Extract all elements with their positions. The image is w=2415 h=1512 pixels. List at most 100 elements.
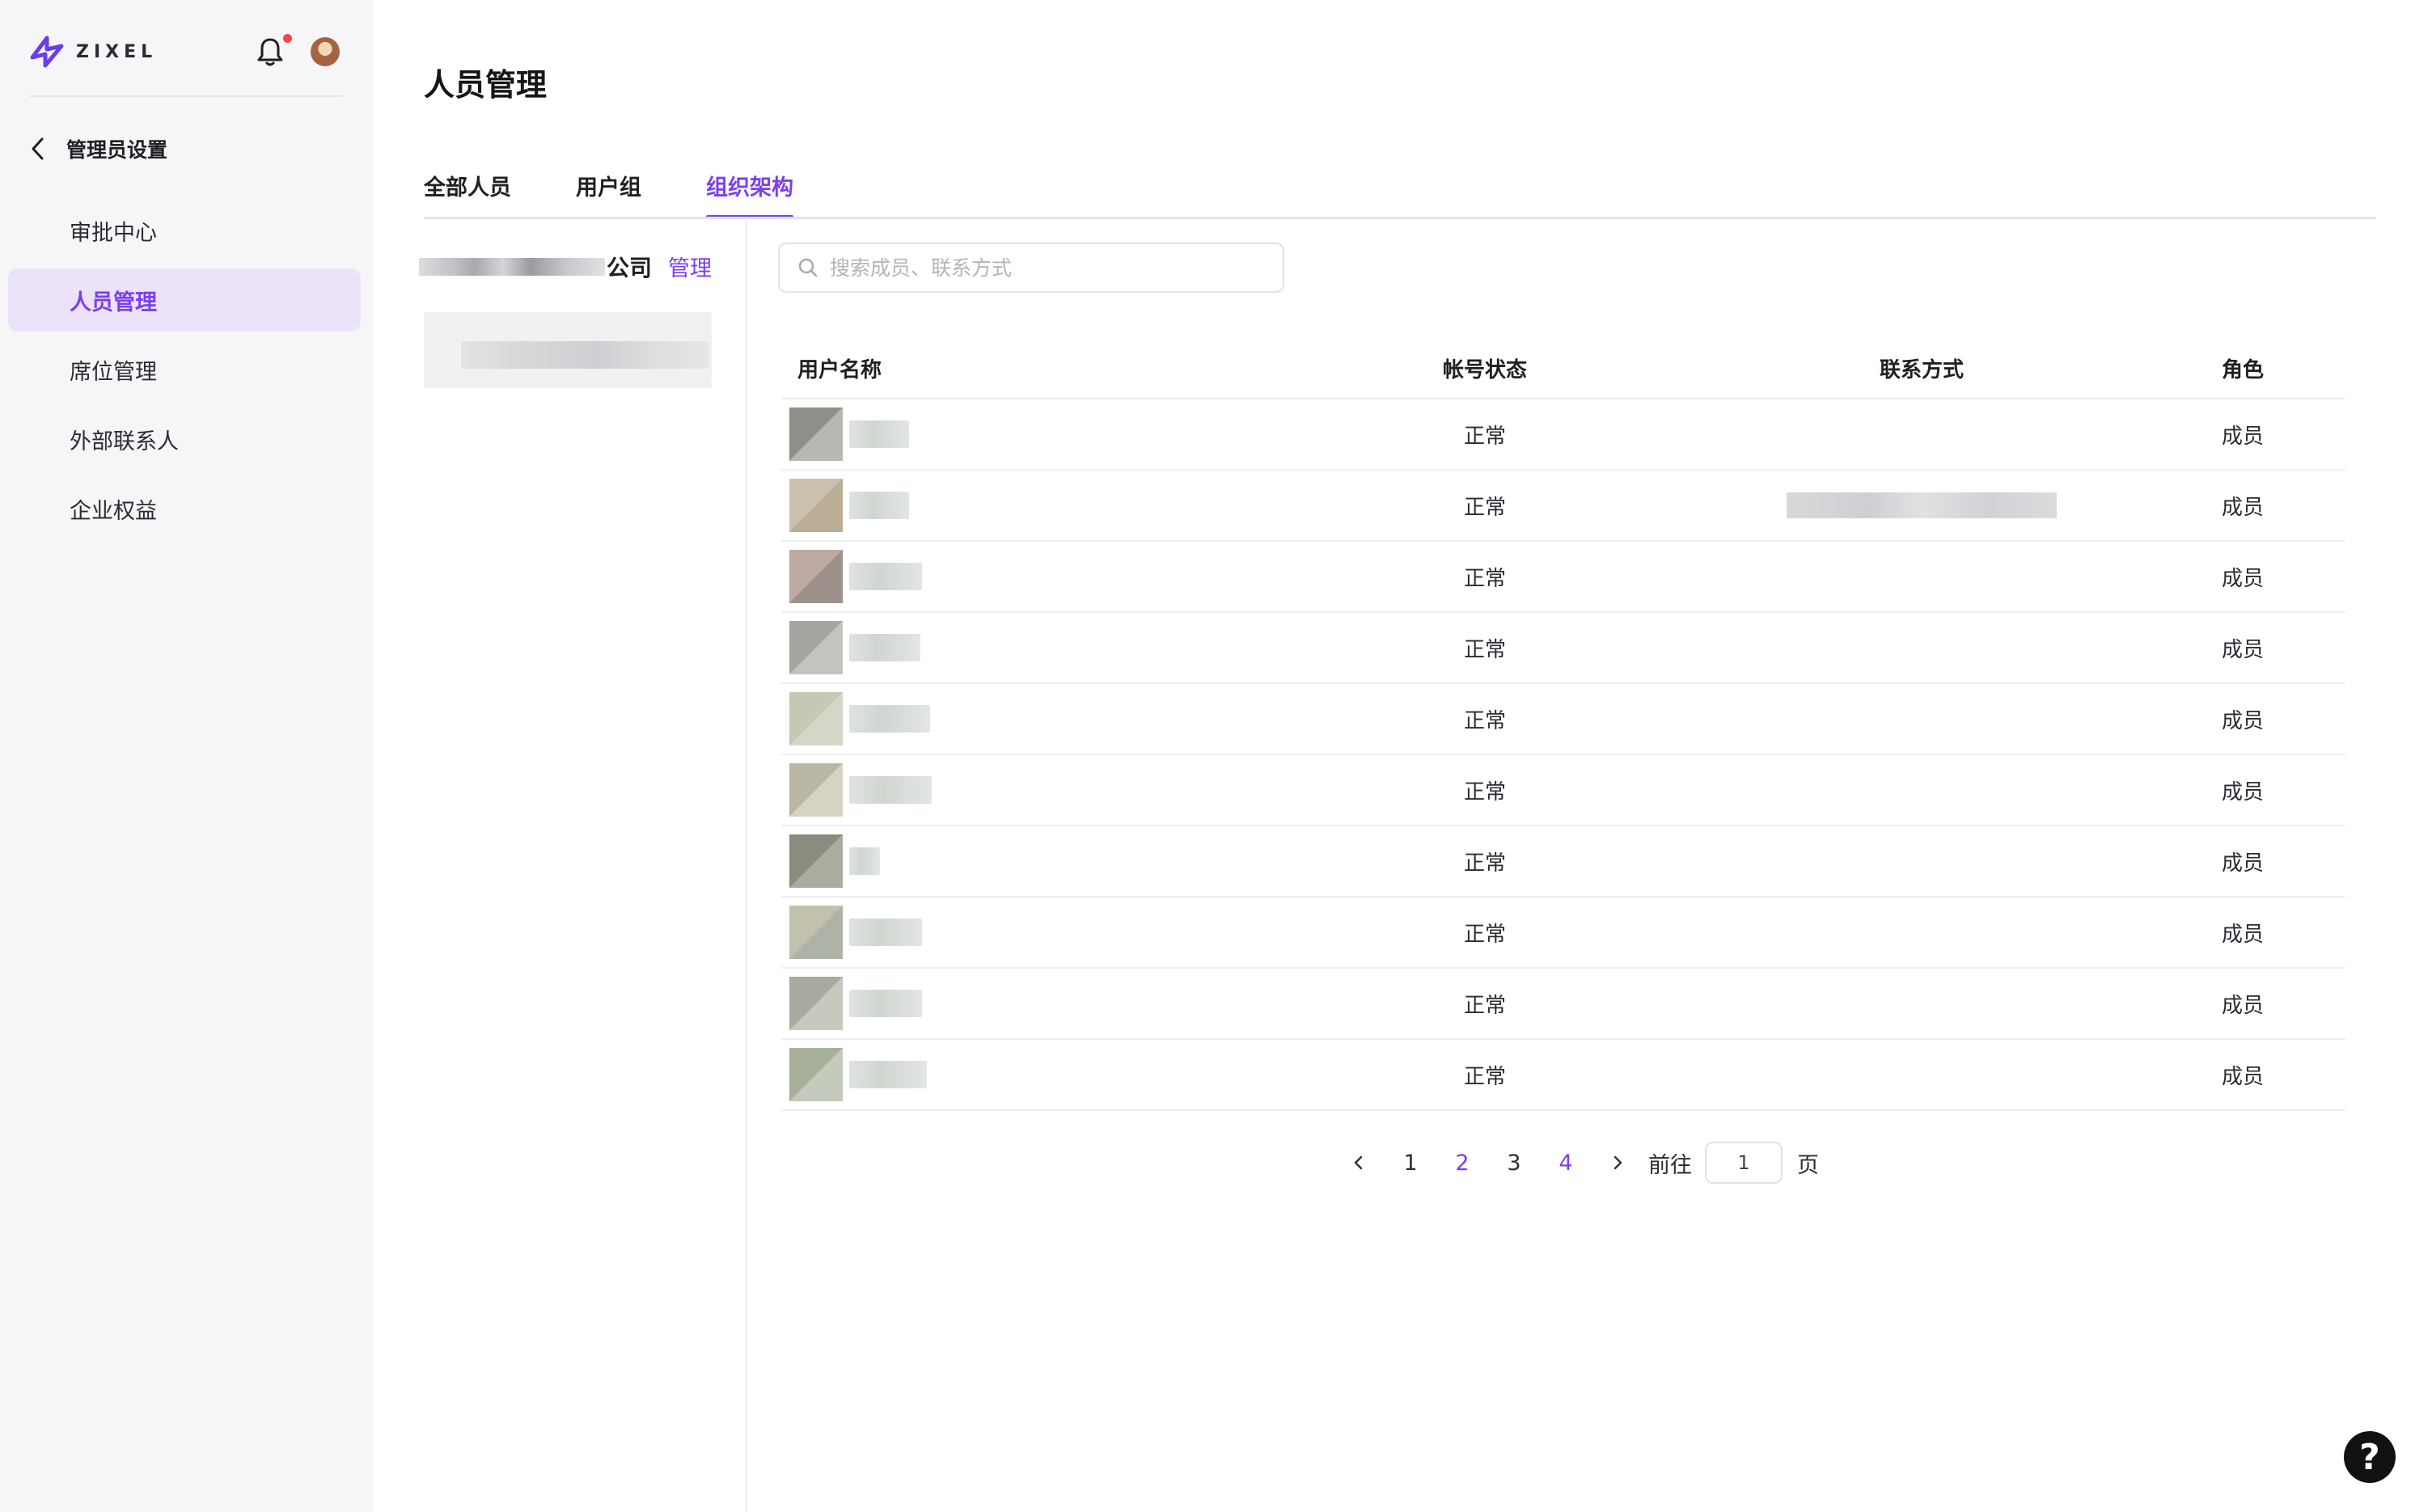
sidebar-divider [29,95,343,97]
org-name-redacted [419,258,605,276]
member-name-redacted [849,420,909,448]
table-row[interactable]: 正常 成员 [781,613,2345,684]
goto-suffix: 页 [1797,1152,1819,1178]
member-avatar [789,408,843,461]
prev-page-button[interactable] [1333,1155,1385,1171]
role-cell: 成员 [2221,779,2264,805]
table-row[interactable]: 正常 成员 [781,969,2345,1040]
member-avatar [789,834,843,888]
role-cell: 成员 [2221,993,2264,1018]
role-cell: 成员 [2221,851,2264,876]
role-cell: 成员 [2221,424,2264,449]
col-header-name: 用户名称 [797,357,882,382]
tab-org-structure[interactable]: 组织架构 [706,170,793,219]
zixel-logo-icon [30,36,64,68]
page-4-button[interactable]: 4 [1540,1151,1592,1176]
sidebar: ZIXEL 管理员设置 审批中心 人员管理 席位管理 外部联系人 企业权益 [0,0,374,1512]
member-name-redacted [849,634,920,661]
user-cell [781,977,1267,1030]
table-row[interactable]: 正常 成员 [781,399,2345,471]
chevron-left-icon [32,137,44,160]
org-name-suffix: 公司 [607,255,653,281]
table-row[interactable]: 正常 成员 [781,1040,2345,1111]
member-name-redacted [849,919,922,946]
status-cell: 正常 [1463,779,1506,805]
col-header-role: 角色 [2221,357,2264,382]
search-input[interactable] [830,256,1267,280]
sidebar-item-approval-center[interactable]: 审批中心 [8,199,361,262]
admin-settings-label: 管理员设置 [66,138,168,162]
status-cell: 正常 [1463,993,1506,1018]
org-child-node[interactable] [424,312,712,388]
table-row[interactable]: 正常 成员 [781,471,2345,542]
chevron-right-icon [1614,1155,1622,1170]
member-name-redacted [849,492,909,519]
sidebar-item-seat-management[interactable]: 席位管理 [8,338,361,401]
logo-text: ZIXEL [76,41,158,62]
sidebar-nav: 审批中心 人员管理 席位管理 外部联系人 企业权益 [8,199,361,547]
table-row[interactable]: 正常 成员 [781,826,2345,897]
member-avatar [789,906,843,959]
org-manage-link[interactable]: 管理 [668,251,712,282]
contact-redacted [1787,492,2057,518]
user-cell [781,692,1267,745]
role-cell: 成员 [2221,708,2264,733]
role-cell: 成员 [2221,566,2264,591]
sidebar-item-external-contacts[interactable]: 外部联系人 [8,408,361,471]
panel-divider [746,220,747,1512]
search-icon [798,258,818,277]
member-avatar [789,550,843,603]
page-2-button[interactable]: 2 [1436,1151,1488,1176]
page-title: 人员管理 [424,67,548,103]
member-avatar [789,977,843,1030]
table-row[interactable]: 正常 成员 [781,755,2345,826]
user-cell [781,621,1267,674]
sidebar-item-member-management[interactable]: 人员管理 [8,268,361,332]
role-cell: 成员 [2221,922,2264,947]
org-root-node[interactable]: 公司 [419,252,652,281]
page-3-button[interactable]: 3 [1488,1151,1540,1176]
user-avatar[interactable] [311,37,340,66]
org-child-name-redacted [461,341,708,369]
user-cell [781,550,1267,603]
tab-all-members[interactable]: 全部人员 [424,170,511,218]
chevron-left-icon [1354,1155,1363,1170]
table-row[interactable]: 正常 成员 [781,897,2345,969]
member-name-redacted [849,776,932,804]
table-row[interactable]: 正常 成员 [781,684,2345,755]
member-search[interactable] [778,243,1284,293]
table-header: 用户名称 帐号状态 联系方式 角色 [781,338,2345,399]
status-cell: 正常 [1463,424,1506,449]
next-page-button[interactable] [1592,1155,1643,1171]
member-name-redacted [849,847,880,875]
member-name-redacted [849,1061,927,1088]
logo[interactable]: ZIXEL [29,31,157,73]
member-avatar [789,1048,843,1101]
contact-cell [1703,492,2140,518]
user-cell [781,906,1267,959]
role-cell: 成员 [2221,495,2264,520]
notification-bell-icon[interactable] [256,36,285,68]
member-avatar [789,479,843,532]
status-cell: 正常 [1463,922,1506,947]
col-header-contact: 联系方式 [1879,357,1964,382]
status-cell: 正常 [1463,708,1506,733]
tabs-underline [424,217,2376,219]
user-cell [781,479,1267,532]
tab-user-groups[interactable]: 用户组 [576,170,641,218]
member-avatar [789,621,843,674]
sidebar-item-enterprise-benefits[interactable]: 企业权益 [8,477,361,540]
member-avatar [789,763,843,817]
user-cell [781,408,1267,461]
user-cell [781,763,1267,817]
status-cell: 正常 [1463,1064,1506,1089]
table-row[interactable]: 正常 成员 [781,542,2345,613]
page-1-button[interactable]: 1 [1385,1151,1436,1176]
col-header-status: 帐号状态 [1442,357,1527,382]
admin-settings-back[interactable]: 管理员设置 [29,133,167,165]
goto-page-input[interactable] [1705,1142,1783,1184]
member-table: 用户名称 帐号状态 联系方式 角色 正常 成员 正常 成员 正常 成员 正常 成员 正常 成员 正常… [781,338,2345,1111]
table-body: 正常 成员 正常 成员 正常 成员 正常 成员 正常 成员 正常 成员 正常 成员 正常 成员 正常 成员 正常 成员 [781,399,2345,1111]
help-button[interactable]: ? [2344,1431,2396,1483]
status-cell: 正常 [1463,851,1506,876]
